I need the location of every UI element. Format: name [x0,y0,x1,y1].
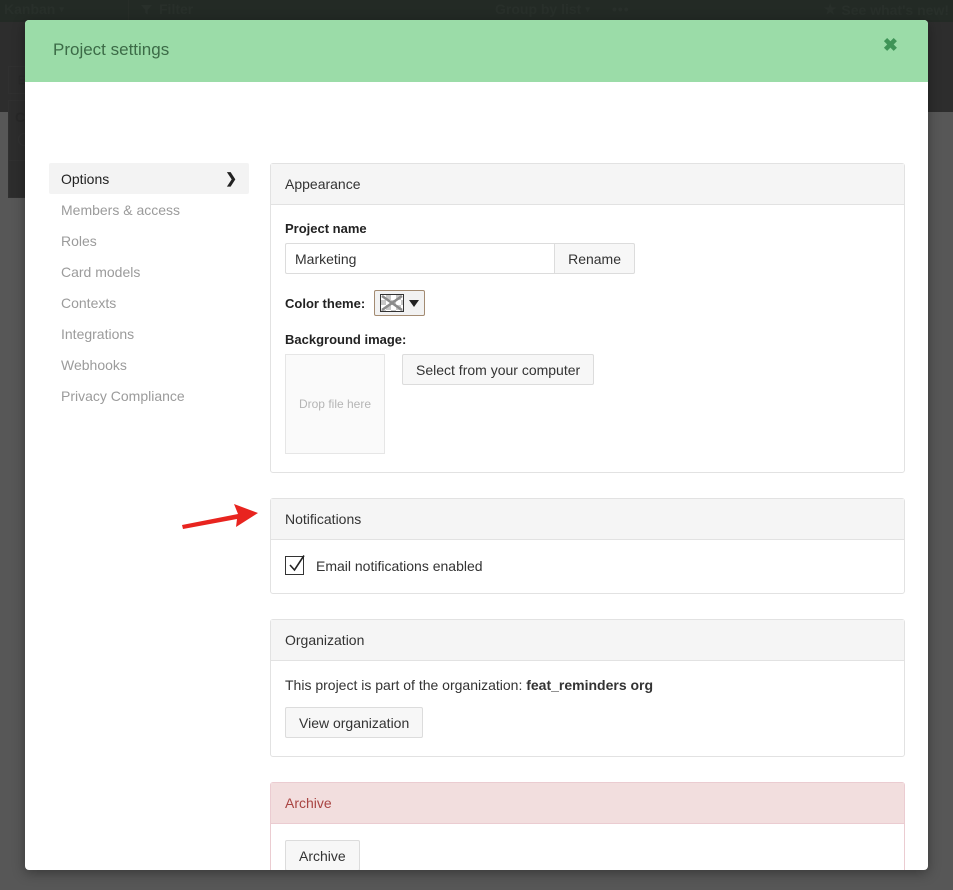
chevron-right-icon: ❯ [225,170,237,186]
color-theme-row: Color theme: [285,290,890,316]
archive-button[interactable]: Archive [285,840,360,870]
archive-panel-header: Archive [271,783,904,824]
project-name-label: Project name [285,221,367,236]
select-file-button[interactable]: Select from your computer [402,354,595,385]
background-image-label: Background image: [285,332,407,347]
checkmark-icon [289,555,305,572]
sidebar-item-label: Integrations [61,325,135,342]
background-image-row: Drop file here Select from your computer [285,354,890,454]
notifications-panel-body: Email notifications enabled [271,540,904,593]
organization-panel-body: This project is part of the organization… [271,661,904,756]
archive-panel-body: Archive [271,824,904,870]
sidebar-item-roles[interactable]: Roles [49,225,249,256]
sidebar-item-privacy-compliance[interactable]: Privacy Compliance [49,380,249,411]
sidebar-item-label: Members & access [61,201,181,218]
email-notifications-row: Email notifications enabled [285,555,890,575]
dropzone-label: Drop file here [298,397,372,411]
sidebar-item-label: Webhooks [61,356,127,373]
project-name-group: Rename [285,243,635,274]
sidebar-item-webhooks[interactable]: Webhooks [49,349,249,380]
project-settings-dialog: Project settings ✖ Options ❯ Members & a… [25,20,928,870]
chevron-down-icon [409,299,420,307]
sidebar-item-members-access[interactable]: Members & access [49,194,249,225]
email-notifications-label: Email notifications enabled [316,557,483,574]
settings-panels: Appearance Project name Rename Color the… [270,163,905,870]
sidebar-item-contexts[interactable]: Contexts [49,287,249,318]
color-theme-label: Color theme: [285,295,366,311]
organization-description: This project is part of the organization… [285,677,890,693]
sidebar-item-label: Card models [61,263,141,280]
appearance-panel-body: Project name Rename Color theme: [271,205,904,472]
sidebar-item-label: Contexts [61,294,117,311]
dialog-header: Project settings ✖ [25,20,928,82]
organization-panel: Organization This project is part of the… [270,619,905,757]
project-name-input[interactable] [285,243,555,274]
appearance-panel-header: Appearance [271,164,904,205]
notifications-panel: Notifications Email notifications enable… [270,498,905,594]
background-image-dropzone[interactable]: Drop file here [285,354,385,454]
sidebar-item-label: Roles [61,232,97,249]
organization-description-prefix: This project is part of the organization… [285,677,523,693]
close-icon[interactable]: ✖ [877,35,904,55]
email-notifications-checkbox[interactable] [285,555,305,575]
sidebar-item-card-models[interactable]: Card models [49,256,249,287]
dialog-title: Project settings [53,40,170,59]
sidebar-item-label: Options [61,170,110,187]
color-swatch-none-icon [380,294,405,312]
sidebar-item-integrations[interactable]: Integrations [49,318,249,349]
sidebar-item-options[interactable]: Options ❯ [49,163,249,194]
organization-name: feat_reminders org [526,677,654,693]
rename-button[interactable]: Rename [554,243,635,274]
settings-nav: Options ❯ Members & access Roles Card mo… [49,163,249,411]
organization-panel-header: Organization [271,620,904,661]
sidebar-item-label: Privacy Compliance [61,387,185,404]
color-theme-picker[interactable] [374,290,426,316]
archive-panel: Archive Archive [270,782,905,870]
appearance-panel: Appearance Project name Rename Color the… [270,163,905,473]
dialog-body: Options ❯ Members & access Roles Card mo… [25,82,928,870]
view-organization-button[interactable]: View organization [285,707,424,738]
notifications-panel-header: Notifications [271,499,904,540]
